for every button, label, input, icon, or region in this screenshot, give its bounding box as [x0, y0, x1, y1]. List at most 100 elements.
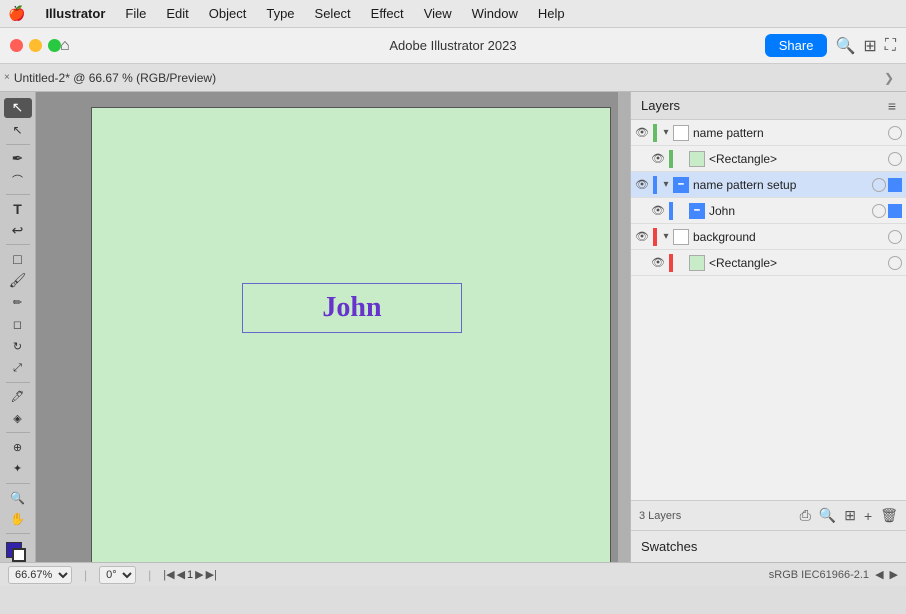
- layer-visibility-icon[interactable]: 👁: [631, 178, 653, 191]
- stroke-color[interactable]: [12, 548, 26, 562]
- pen-tool[interactable]: ✒: [4, 148, 32, 168]
- gradient-tool[interactable]: ◈: [4, 409, 32, 429]
- menu-select[interactable]: Select: [307, 4, 359, 23]
- text-tool[interactable]: T: [4, 199, 32, 219]
- layer-row[interactable]: 👁 ▾ ━ name pattern setup: [631, 172, 906, 198]
- tool-separator-1: [6, 144, 30, 145]
- layer-expand-icon[interactable]: ▾: [659, 231, 673, 242]
- tab-label[interactable]: Untitled-2* @ 66.67 % (RGB/Preview): [14, 71, 216, 85]
- rotate-tool[interactable]: ↻: [4, 336, 32, 356]
- layer-row[interactable]: 👁 <Rectangle>: [631, 146, 906, 172]
- nav-last-icon[interactable]: ▶|: [206, 568, 217, 581]
- panel-collapse-icon[interactable]: ❯: [884, 71, 902, 85]
- rotate-control[interactable]: 0°: [99, 566, 136, 584]
- vertical-scrollbar[interactable]: [618, 92, 630, 562]
- swatches-panel[interactable]: Swatches: [631, 530, 906, 562]
- window-controls: [10, 39, 61, 52]
- status-arrow-right[interactable]: ▶: [890, 568, 898, 581]
- share-button[interactable]: Share: [765, 34, 828, 57]
- new-layer-search-icon[interactable]: 🔍: [819, 507, 836, 524]
- text-frame[interactable]: John: [242, 283, 462, 333]
- layer-row[interactable]: 👁 <Rectangle>: [631, 250, 906, 276]
- home-icon[interactable]: ⌂: [60, 37, 70, 55]
- layer-visibility-icon[interactable]: 👁: [647, 204, 669, 217]
- new-layer-from-selection-icon[interactable]: ⎙: [800, 507, 811, 524]
- undo-tool[interactable]: ↩: [4, 221, 32, 241]
- layer-expand-icon[interactable]: ▾: [659, 127, 673, 138]
- nav-prev-icon[interactable]: ◀: [177, 568, 185, 581]
- menu-edit[interactable]: Edit: [158, 4, 196, 23]
- layer-expand-icon[interactable]: ▾: [659, 179, 673, 190]
- menu-view[interactable]: View: [416, 4, 460, 23]
- layer-target-indicator[interactable]: [888, 178, 902, 192]
- zoom-control[interactable]: 66.67%: [8, 566, 72, 584]
- minimize-button[interactable]: [29, 39, 42, 52]
- layers-footer: 3 Layers ⎙ 🔍 ⊞ + 🗑: [631, 500, 906, 530]
- layer-visibility-icon[interactable]: 👁: [647, 256, 669, 269]
- search-icon[interactable]: 🔍: [835, 36, 855, 56]
- layer-select-indicator[interactable]: [872, 204, 886, 218]
- layer-color-bar: [669, 254, 673, 272]
- hand-tool[interactable]: ✋: [4, 510, 32, 530]
- titlebar: ⌂ Adobe Illustrator 2023 Share 🔍 ⊞ ⛶: [0, 28, 906, 64]
- menu-file[interactable]: File: [117, 4, 154, 23]
- eyedropper-tool[interactable]: 🖊: [4, 387, 32, 407]
- scale-tool[interactable]: ⤢: [4, 358, 32, 378]
- layer-name: <Rectangle>: [709, 256, 884, 270]
- blend-tool[interactable]: ⊕: [4, 437, 32, 457]
- tab-close-icon[interactable]: ×: [4, 72, 10, 83]
- layer-visibility-icon[interactable]: 👁: [631, 126, 653, 139]
- layer-name: John: [709, 204, 868, 218]
- fullscreen-icon[interactable]: ⛶: [885, 37, 896, 55]
- delete-layer-icon[interactable]: 🗑: [880, 507, 898, 524]
- status-arrow-left[interactable]: ◀: [875, 568, 883, 581]
- layer-visibility-icon[interactable]: 👁: [647, 152, 669, 165]
- layers-list: 👁 ▾ name pattern 👁 <Rectangle> 👁 ▾: [631, 120, 906, 500]
- layer-select-indicator[interactable]: [888, 256, 902, 270]
- layer-select-indicator[interactable]: [888, 230, 902, 244]
- layer-target-indicator[interactable]: [888, 204, 902, 218]
- paintbrush-tool[interactable]: 🖌: [4, 271, 32, 291]
- new-layer-icon[interactable]: +: [864, 508, 872, 524]
- layers-menu-icon[interactable]: ≡: [888, 98, 896, 114]
- rotate-select[interactable]: 0°: [99, 566, 136, 584]
- zoom-select[interactable]: 66.67%: [8, 566, 72, 584]
- tabbar: × Untitled-2* @ 66.67 % (RGB/Preview) ❯: [0, 64, 906, 92]
- layer-select-indicator[interactable]: [872, 178, 886, 192]
- layer-name: name pattern: [693, 126, 884, 140]
- menu-illustrator[interactable]: Illustrator: [37, 4, 113, 23]
- nav-first-icon[interactable]: |◀: [163, 568, 174, 581]
- menu-object[interactable]: Object: [201, 4, 255, 23]
- layer-name: <Rectangle>: [709, 152, 884, 166]
- shape-tool[interactable]: □: [4, 249, 32, 269]
- menu-window[interactable]: Window: [464, 4, 526, 23]
- menu-help[interactable]: Help: [530, 4, 573, 23]
- artboard: John: [91, 107, 611, 562]
- symbol-sprayer-tool[interactable]: ✦: [4, 459, 32, 479]
- direct-selection-tool[interactable]: ↖: [4, 120, 32, 140]
- close-button[interactable]: [10, 39, 23, 52]
- zoom-tool[interactable]: 🔍: [4, 488, 32, 508]
- arrange-icon[interactable]: ⊞: [863, 36, 876, 56]
- layer-row[interactable]: 👁 ▾ name pattern: [631, 120, 906, 146]
- layer-row[interactable]: 👁 ▾ background: [631, 224, 906, 250]
- layer-visibility-icon[interactable]: 👁: [631, 230, 653, 243]
- selection-tool[interactable]: ↖: [4, 98, 32, 118]
- eraser-tool[interactable]: ◻: [4, 315, 32, 335]
- layer-row[interactable]: 👁 ━ John: [631, 198, 906, 224]
- apple-menu[interactable]: 🍎: [8, 5, 25, 22]
- menu-type[interactable]: Type: [258, 4, 302, 23]
- tool-separator-6: [6, 483, 30, 484]
- layer-color-bar: [653, 124, 657, 142]
- layer-pattern-icon: ━: [673, 177, 689, 193]
- pencil-tool[interactable]: ✏: [4, 293, 32, 313]
- fill-stroke-indicator[interactable]: [6, 542, 30, 562]
- layer-select-indicator[interactable]: [888, 152, 902, 166]
- new-layer-options-icon[interactable]: ⊞: [844, 507, 856, 524]
- layer-select-indicator[interactable]: [888, 126, 902, 140]
- layer-name: background: [693, 230, 884, 244]
- nav-next-icon[interactable]: ▶: [195, 568, 203, 581]
- canvas-area[interactable]: John: [36, 92, 630, 562]
- curvature-tool[interactable]: ⌒: [4, 170, 32, 190]
- menu-effect[interactable]: Effect: [363, 4, 412, 23]
